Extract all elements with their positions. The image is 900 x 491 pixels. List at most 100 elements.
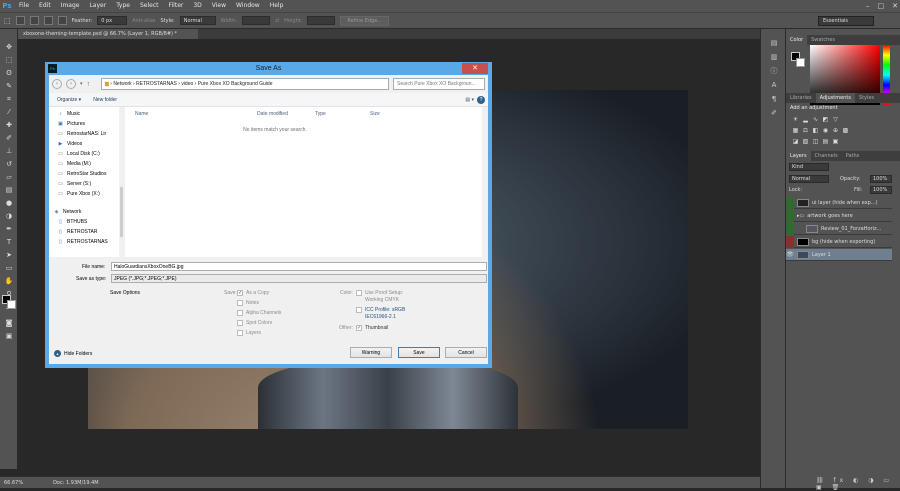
save-type-select[interactable]: JPEG (*.JPG;*.JPEG;*.JPE)	[111, 274, 487, 283]
tab-swatches[interactable]: Swatches	[807, 35, 839, 45]
recent-dropdown-icon[interactable]: ▾	[80, 81, 83, 87]
gradient-tool-icon[interactable]: ▤	[4, 186, 14, 194]
minimize-icon[interactable]: –	[866, 0, 870, 12]
quick-mask-icon[interactable]: ◙	[4, 319, 14, 327]
as-copy-checkbox[interactable]: ✓	[237, 290, 243, 296]
brightness-icon[interactable]: ☀	[792, 116, 799, 123]
selective-color-icon[interactable]: ▣	[832, 138, 839, 145]
subtract-selection-icon[interactable]	[43, 16, 53, 25]
posterize-icon[interactable]: ▧	[802, 138, 809, 145]
forward-icon[interactable]: ›	[66, 79, 76, 89]
file-name-input[interactable]: HaloGuardiansXboxOneBG.jpg	[111, 262, 487, 271]
crop-tool-icon[interactable]: ⌗	[4, 95, 14, 103]
height-input[interactable]	[307, 16, 336, 25]
menu-image[interactable]: Image	[56, 0, 85, 12]
layer-actions[interactable]: ⛓ fx ◐ ◑ ▭ ▣ 🗑	[816, 477, 900, 491]
color-lookup-icon[interactable]: ▩	[842, 127, 849, 134]
organize-button[interactable]: Organize ▾	[57, 97, 81, 103]
spot-colors-checkbox[interactable]	[237, 320, 243, 326]
history-panel-icon[interactable]: ▤	[769, 39, 779, 48]
menu-edit[interactable]: Edit	[34, 0, 56, 12]
view-options-icon[interactable]: ▤ ▾	[465, 97, 474, 103]
layer-row[interactable]: 👁 Layer 1	[786, 249, 892, 261]
refine-edge-button[interactable]: Refine Edge...	[340, 15, 390, 26]
layer-row[interactable]: ▸▭ artwork goes here	[786, 209, 892, 222]
type-tool-icon[interactable]: T	[4, 238, 14, 246]
menu-filter[interactable]: Filter	[164, 0, 189, 12]
sidebar-item-music[interactable]: ♪ Music	[57, 111, 80, 117]
proof-setup-checkbox[interactable]	[356, 290, 362, 296]
marquee-tool-icon[interactable]: ⬚	[4, 56, 14, 64]
pen-tool-icon[interactable]: ✒	[4, 225, 14, 233]
breadcrumb-network[interactable]: Network	[113, 81, 131, 87]
menu-layer[interactable]: Layer	[84, 0, 111, 12]
style-select[interactable]: Normal	[179, 16, 216, 25]
tab-channels[interactable]: Channels	[811, 151, 842, 161]
column-name[interactable]: Name	[135, 111, 148, 117]
fill-input[interactable]: 100%	[870, 186, 892, 194]
tab-styles[interactable]: Styles	[855, 93, 878, 103]
antialias-checkbox[interactable]: Anti-alias	[132, 18, 155, 24]
visibility-icon[interactable]	[786, 209, 794, 222]
search-input[interactable]: Search Pure Xbox XO Backgroun...	[393, 78, 485, 90]
visibility-icon[interactable]	[786, 196, 794, 209]
maximize-icon[interactable]: □	[878, 0, 885, 12]
menu-3d[interactable]: 3D	[188, 0, 206, 12]
shape-tool-icon[interactable]: ▭	[4, 264, 14, 272]
breadcrumb-video[interactable]: video	[181, 81, 193, 87]
tab-adjustments[interactable]: Adjustments	[815, 93, 855, 103]
sidebar-item-retrostar[interactable]: ▯ RETROSTAR	[57, 229, 97, 235]
screen-mode-icon[interactable]: ▣	[4, 332, 14, 340]
photo-filter-icon[interactable]: ◉	[822, 127, 829, 134]
up-icon[interactable]: ↑	[87, 81, 91, 88]
paragraph-panel-icon[interactable]: ¶	[769, 95, 779, 104]
path-select-icon[interactable]: ➤	[4, 251, 14, 259]
channel-mixer-icon[interactable]: ⊕	[832, 127, 839, 134]
sidebar-item-bthubs[interactable]: ▯ BTHUBS	[57, 219, 87, 225]
new-selection-icon[interactable]	[15, 16, 25, 25]
menu-view[interactable]: View	[207, 0, 231, 12]
feather-input[interactable]: 0 px	[97, 16, 128, 25]
menu-window[interactable]: Window	[231, 0, 265, 12]
menu-type[interactable]: Type	[111, 0, 135, 12]
dodge-tool-icon[interactable]: ◑	[4, 212, 14, 220]
sidebar-item-server[interactable]: ▭ Server (S:)	[57, 181, 91, 187]
sidebar-item-pure-xbox[interactable]: ▭ Pure Xbox (X:)	[57, 191, 100, 197]
properties-panel-icon[interactable]: ▥	[769, 53, 779, 62]
back-icon[interactable]: ‹	[52, 79, 62, 89]
breadcrumb-guide[interactable]: Pure Xbox XO Background Guide	[198, 81, 273, 87]
menu-file[interactable]: File	[14, 0, 34, 12]
column-type[interactable]: Type	[315, 111, 326, 117]
sidebar-item-local-disk[interactable]: ▭ Local Disk (C:)	[57, 151, 100, 157]
width-input[interactable]	[241, 16, 270, 25]
eyedropper-icon[interactable]: ⁄	[4, 108, 14, 116]
sidebar-item-retrostarnas-lir[interactable]: ▭ RetrostarNAS: Lir	[57, 131, 106, 137]
background-color-swatch[interactable]	[796, 58, 805, 67]
layer-filter-kind[interactable]: Kind	[789, 163, 829, 171]
background-color-swatch[interactable]	[7, 300, 16, 309]
black-white-icon[interactable]: ◧	[812, 127, 819, 134]
alpha-channels-checkbox[interactable]	[237, 310, 243, 316]
menu-select[interactable]: Select	[135, 0, 164, 12]
levels-icon[interactable]: ▂	[802, 116, 809, 123]
swap-icon[interactable]: ⇄	[275, 18, 279, 24]
file-list[interactable]: Name Date modified Type Size No items ma…	[125, 107, 488, 257]
breadcrumb-retrostarnas[interactable]: RETROSTARNAS	[136, 81, 177, 87]
gradient-map-icon[interactable]: ▤	[822, 138, 829, 145]
hide-folders-toggle[interactable]: ▴ Hide Folders	[54, 350, 92, 357]
brush-tool-icon[interactable]: ✐	[4, 134, 14, 142]
lasso-tool-icon[interactable]: ʘ	[4, 69, 14, 77]
layer-row[interactable]: Review_01_ForzaHoriz...	[786, 222, 892, 235]
zoom-level[interactable]: 66.67%	[4, 480, 23, 486]
file-list-scrollbar[interactable]	[482, 107, 488, 257]
sidebar-item-media[interactable]: ▭ Media (M:)	[57, 161, 91, 167]
sidebar-item-retrostar-studios[interactable]: ▭ RetroStar Studios	[57, 171, 106, 177]
history-brush-icon[interactable]: ↺	[4, 160, 14, 168]
tab-layers[interactable]: Layers	[786, 151, 811, 161]
sidebar-item-pictures[interactable]: ▣ Pictures	[57, 121, 85, 127]
clone-stamp-icon[interactable]: ⊥	[4, 147, 14, 155]
save-button[interactable]: Save	[398, 347, 440, 358]
character-panel-icon[interactable]: A	[769, 81, 779, 90]
opacity-input[interactable]: 100%	[870, 175, 892, 183]
column-date-modified[interactable]: Date modified	[257, 111, 288, 117]
